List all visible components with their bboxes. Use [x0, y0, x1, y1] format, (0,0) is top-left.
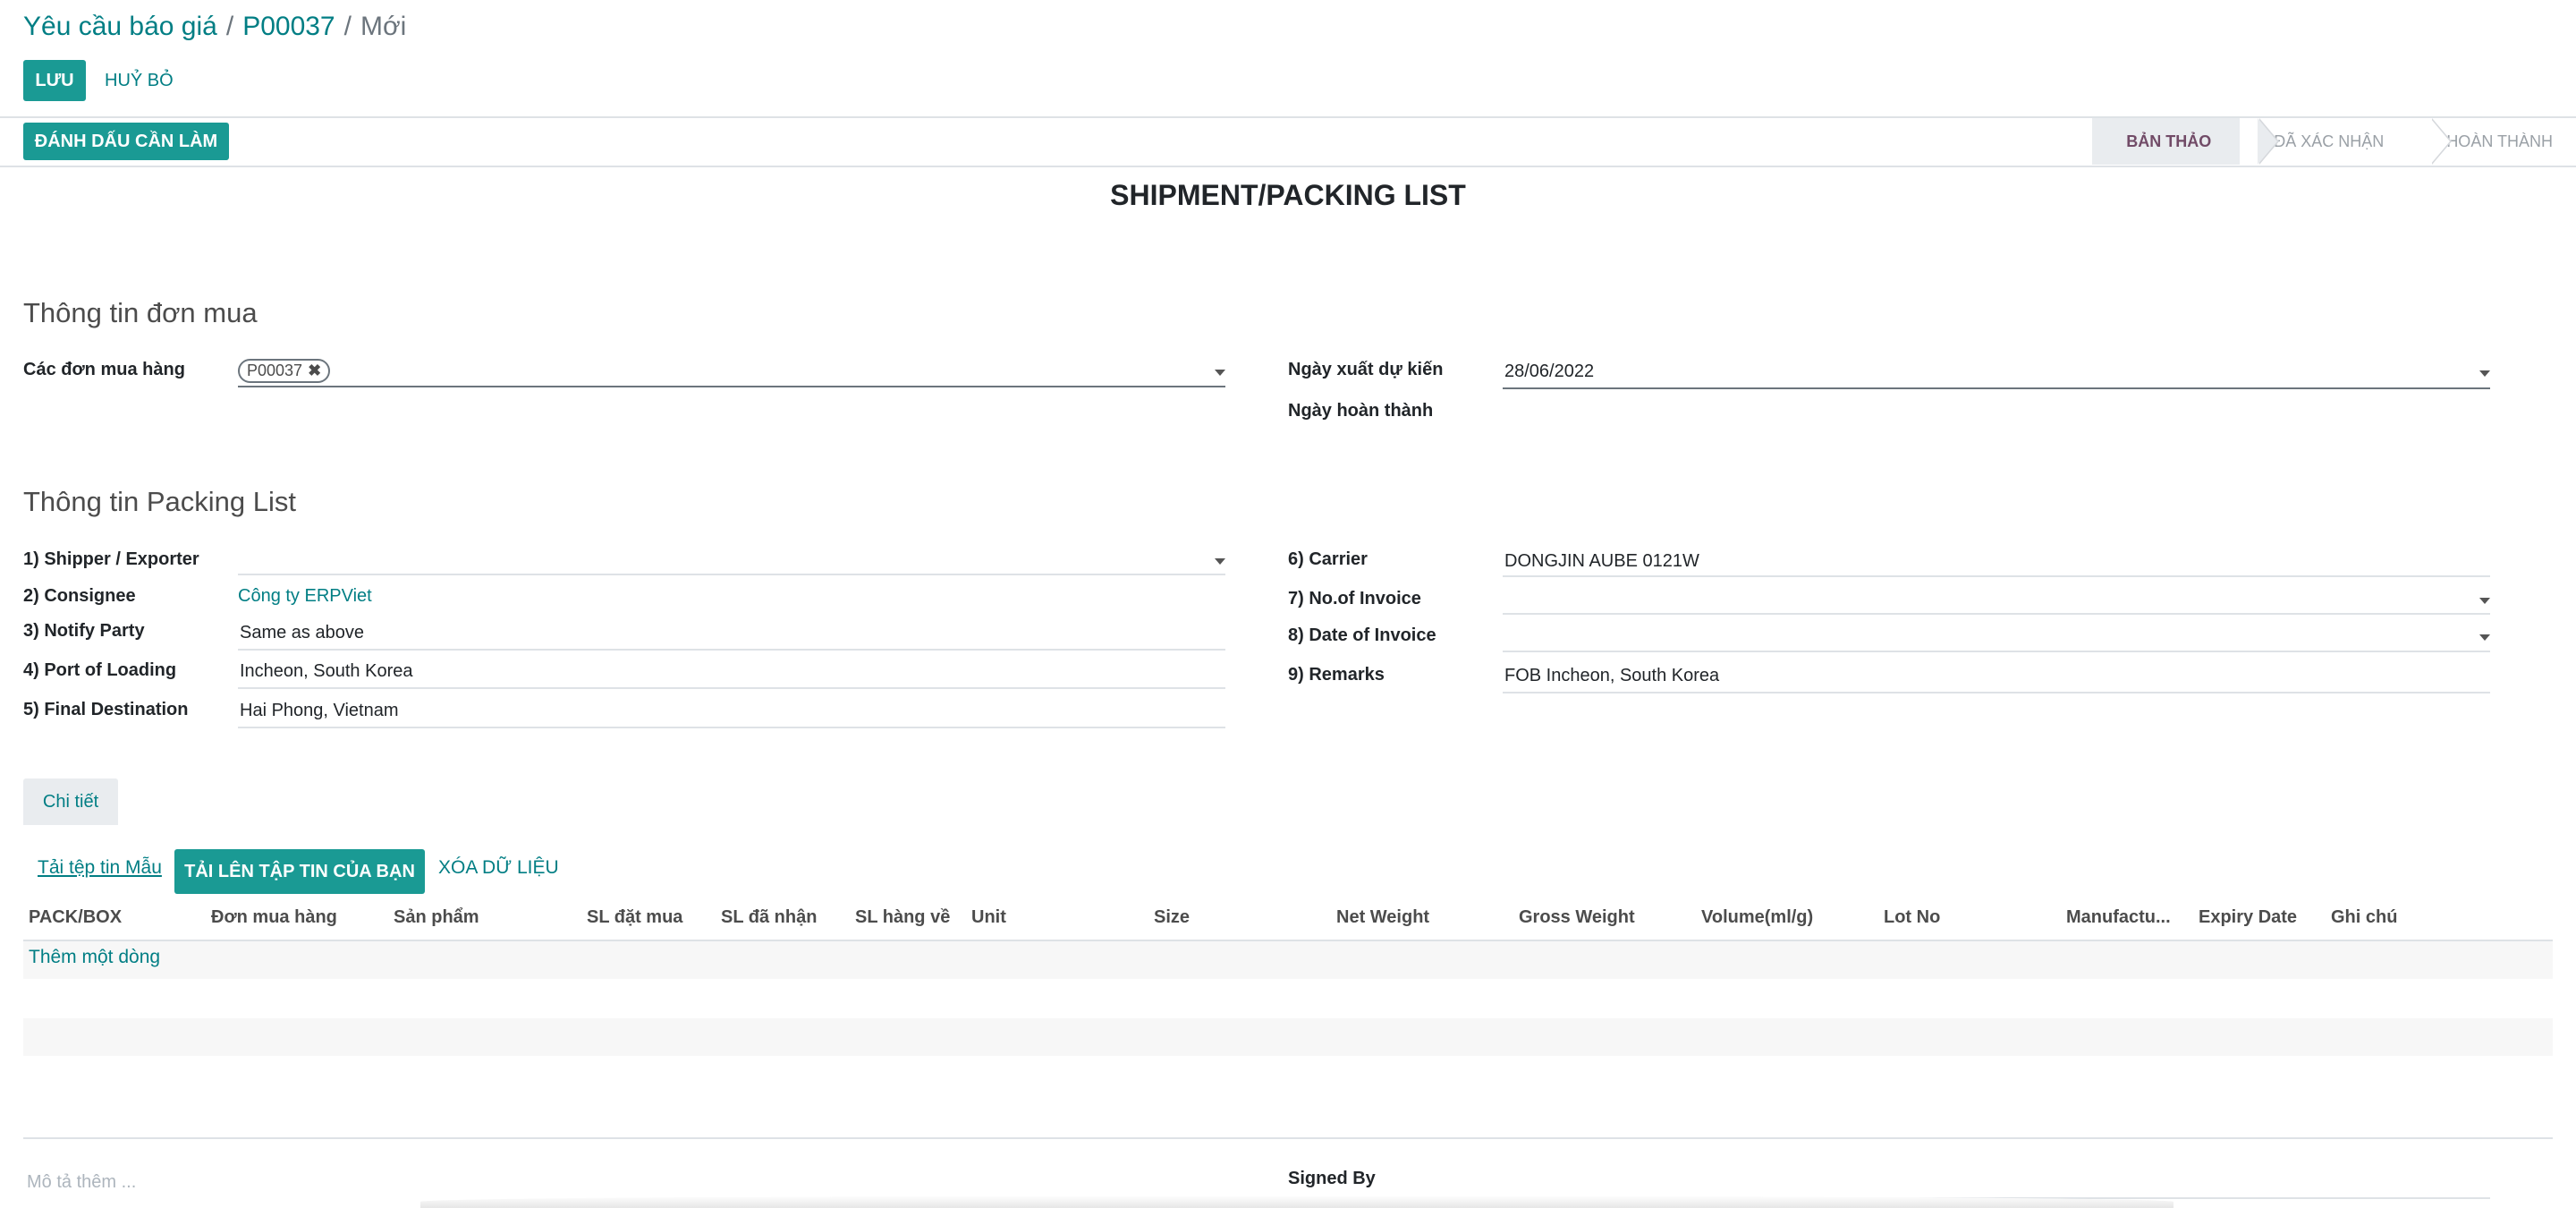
carrier-underline	[1503, 575, 2490, 577]
orders-field[interactable]: P00037 ✖	[238, 357, 1225, 389]
invoice-date-field[interactable]	[1503, 622, 2490, 649]
ship-date-field[interactable]: 28/06/2022	[1503, 358, 2490, 387]
signed-by-label: Signed By	[1288, 1169, 1376, 1188]
column-header[interactable]: Unit	[971, 907, 1006, 928]
remarks-label: 9) Remarks	[1288, 665, 1385, 685]
invoice-date-underline	[1503, 651, 2490, 652]
download-template-link[interactable]: Tải tệp tin Mẫu	[38, 857, 162, 879]
save-button[interactable]: LƯU	[23, 60, 86, 101]
mark-todo-button[interactable]: ĐÁNH DẤU CẦN LÀM	[23, 123, 229, 160]
stage-draft[interactable]: BẢN THẢO	[2092, 118, 2280, 165]
invoice-no-field[interactable]	[1503, 585, 2490, 612]
consignee-label: 2) Consignee	[23, 586, 136, 606]
column-header[interactable]: Ghi chú	[2331, 907, 2397, 928]
breadcrumb-current: Mới	[360, 12, 407, 41]
note-input[interactable]: Mô tả thêm ...	[27, 1172, 136, 1193]
notify-party-label: 3) Notify Party	[23, 621, 145, 641]
breadcrumb-separator: /	[343, 12, 352, 41]
document-title: SHIPMENT/PACKING LIST	[1110, 179, 1466, 211]
stage-done-label: HOÀN THÀNH	[2446, 132, 2553, 150]
order-tag: P00037 ✖	[238, 359, 331, 383]
remarks-input[interactable]: FOB Incheon, South Korea	[1504, 666, 1719, 686]
column-header[interactable]: SL hàng về	[855, 907, 950, 928]
breadcrumb: Yêu cầu báo giá / P00037 / Mới	[23, 9, 406, 45]
column-header[interactable]: Net Weight	[1336, 907, 1429, 928]
sheet-bottom-shadow	[420, 1195, 2174, 1208]
ship-date-underline	[1503, 387, 2490, 389]
port-loading-label: 4) Port of Loading	[23, 660, 177, 680]
chevron-down-icon[interactable]	[2479, 598, 2490, 604]
ship-date-label: Ngày xuất dự kiến	[1288, 360, 1444, 379]
notify-party-input[interactable]: Same as above	[240, 623, 364, 643]
port-loading-input[interactable]: Incheon, South Korea	[240, 661, 412, 682]
column-header[interactable]: Đơn mua hàng	[211, 907, 337, 928]
invoice-date-label: 8) Date of Invoice	[1288, 625, 1436, 645]
discard-button[interactable]: HUỶ BỎ	[105, 60, 174, 101]
column-header[interactable]: Expiry Date	[2199, 907, 2297, 928]
chevron-down-icon[interactable]	[2479, 634, 2490, 641]
orders-label: Các đơn mua hàng	[23, 360, 185, 379]
tab-detail[interactable]: Chi tiết	[23, 778, 118, 825]
ship-date-value: 28/06/2022	[1504, 362, 1595, 381]
final-destination-input[interactable]: Hai Phong, Vietnam	[240, 701, 399, 721]
purchase-info-title: Thông tin đơn mua	[23, 297, 258, 328]
table-row	[23, 1018, 2553, 1056]
done-date-label: Ngày hoàn thành	[1288, 401, 1434, 421]
chevron-down-icon[interactable]	[1215, 370, 1225, 376]
chevron-down-icon[interactable]	[1215, 558, 1225, 565]
table-footer-divider	[23, 1137, 2553, 1139]
breadcrumb-separator: /	[225, 12, 234, 41]
breadcrumb-record-link[interactable]: P00037	[242, 12, 335, 41]
breadcrumb-rfq-link[interactable]: Yêu cầu báo giá	[23, 12, 217, 41]
upload-file-button[interactable]: TẢI LÊN TẬP TIN CỦA BẠN	[174, 849, 425, 894]
column-header[interactable]: Lot No	[1884, 907, 1940, 928]
column-header[interactable]: SL đã nhận	[721, 907, 817, 928]
invoice-no-underline	[1503, 613, 2490, 615]
notify-party-underline	[238, 649, 1225, 651]
remarks-underline	[1503, 692, 2490, 693]
stage-draft-label: BẢN THẢO	[2126, 132, 2212, 150]
shipper-label: 1) Shipper / Exporter	[23, 549, 199, 569]
carrier-label: 6) Carrier	[1288, 549, 1368, 569]
invoice-no-label: 7) No.of Invoice	[1288, 589, 1421, 608]
add-line-link[interactable]: Thêm một dòng	[29, 947, 160, 968]
column-header[interactable]: Gross Weight	[1519, 907, 1635, 928]
column-header[interactable]: SL đặt mua	[587, 907, 682, 928]
carrier-input[interactable]: DONGJIN AUBE 0121W	[1504, 551, 1699, 572]
column-header[interactable]: Volume(ml/g)	[1701, 907, 1813, 928]
orders-underline	[238, 386, 1225, 387]
shipper-underline	[238, 574, 1225, 575]
consignee-link[interactable]: Công ty ERPViet	[238, 586, 372, 607]
final-destination-underline	[238, 727, 1225, 728]
status-bar: BẢN THẢO ĐÃ XÁC NHẬN HOÀN THÀNH	[2092, 118, 2576, 165]
clear-data-link[interactable]: XÓA DỮ LIỆU	[438, 857, 559, 879]
packing-info-title: Thông tin Packing List	[23, 486, 297, 517]
table-row	[23, 941, 2553, 979]
final-destination-label: 5) Final Destination	[23, 700, 189, 719]
column-header[interactable]: PACK/BOX	[29, 907, 122, 928]
stage-confirmed-label: ĐÃ XÁC NHẬN	[2274, 132, 2385, 150]
column-header[interactable]: Manufactu...	[2066, 907, 2171, 928]
shipper-field[interactable]	[238, 546, 1225, 573]
remove-tag-icon[interactable]: ✖	[308, 362, 321, 380]
order-tag-label: P00037	[247, 362, 303, 379]
column-header[interactable]: Size	[1154, 907, 1190, 928]
column-header[interactable]: Sản phẩm	[394, 907, 479, 928]
port-loading-underline	[238, 687, 1225, 689]
chevron-down-icon[interactable]	[2479, 370, 2490, 377]
header-divider	[0, 166, 2576, 167]
